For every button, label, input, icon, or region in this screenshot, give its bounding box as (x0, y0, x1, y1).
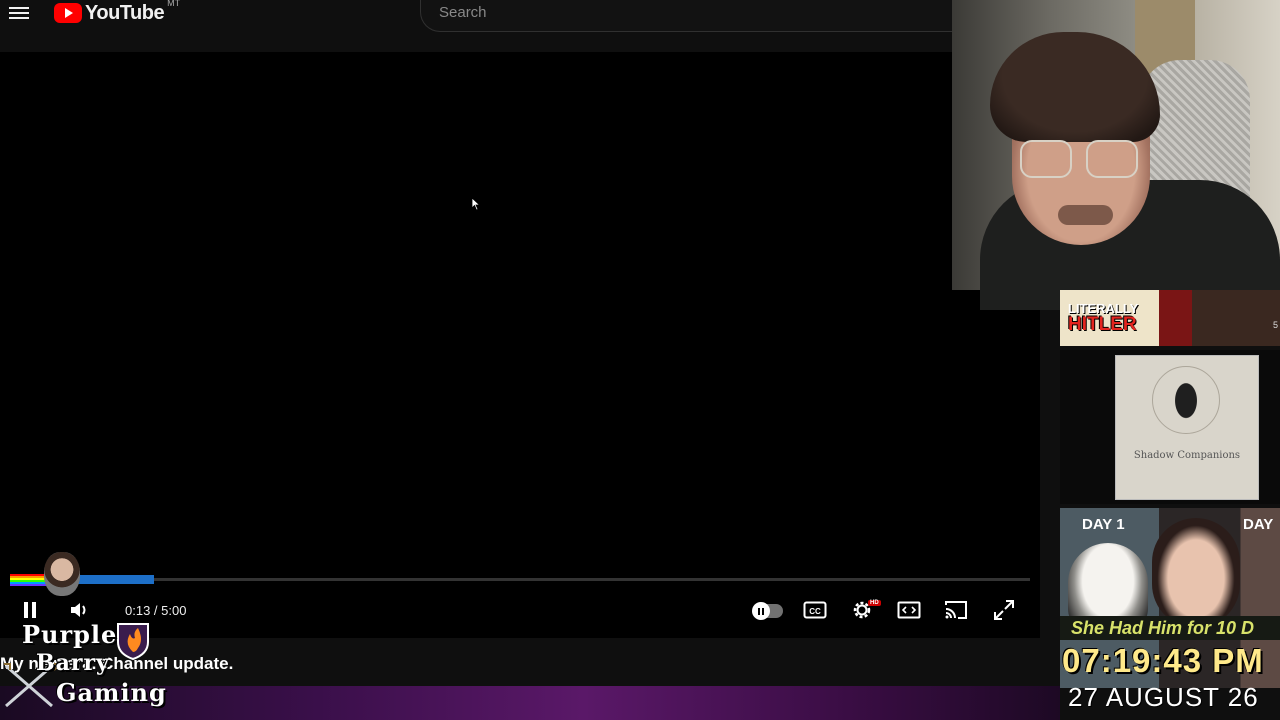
captions-button[interactable]: CC (802, 598, 828, 622)
thumbnail-3-day-right: DAY (1243, 516, 1274, 533)
webcam-person-glasses (1020, 140, 1140, 178)
logo-region-code: MT (167, 0, 181, 8)
stream-clock: 07:19:43 PM (1062, 642, 1264, 679)
logo-word-barry: Barry (36, 650, 110, 676)
fullscreen-button[interactable] (991, 598, 1017, 622)
masthead: YouTube MT (0, 0, 953, 40)
thumbnail-3-day-left: DAY 1 (1082, 516, 1125, 533)
total-time: 5:00 (161, 603, 187, 618)
recommended-video-thumbnail-1[interactable]: LITERALLY HITLER 5 (1060, 290, 1280, 346)
thumbnail-1-line2: HITLER (1068, 314, 1137, 335)
mouse-cursor-icon (471, 197, 481, 211)
logo-word-purple: Purple (22, 620, 118, 649)
menu-icon[interactable] (9, 4, 29, 20)
svg-text:CC: CC (809, 607, 821, 616)
rainbow-progress-skin (10, 574, 48, 586)
video-player[interactable] (0, 52, 1040, 638)
hd-badge: HD (868, 600, 881, 606)
pause-icon (24, 602, 36, 618)
channel-logo: Purple Barry Gaming (2, 620, 167, 712)
captions-icon: CC (803, 601, 827, 619)
current-time: 0:13 (125, 603, 151, 618)
theater-icon (897, 601, 921, 619)
thumbnail-3-face-image (1152, 518, 1240, 628)
autoplay-pause-icon (752, 602, 770, 620)
time-separator: / (150, 603, 162, 618)
youtube-logo[interactable]: YouTube MT (54, 0, 181, 24)
thumbnail-1-side-number: 5 (1272, 320, 1278, 330)
progress-scrubber-avatar[interactable] (44, 552, 80, 596)
thumbnail-2-text: Shadow Companions (1133, 450, 1241, 461)
search-input[interactable] (437, 3, 921, 22)
time-display: 0:13 / 5:00 (125, 603, 186, 618)
cast-button[interactable] (943, 598, 969, 622)
cat-silhouette-icon (1168, 372, 1204, 424)
logo-word-gaming: Gaming (56, 678, 167, 707)
theater-mode-button[interactable] (896, 598, 922, 622)
thumbnail-1-text: LITERALLY HITLER (1068, 302, 1138, 334)
volume-icon (71, 603, 86, 617)
flame-shield-icon (117, 623, 149, 660)
pause-button[interactable] (18, 598, 42, 622)
volume-button[interactable] (68, 598, 92, 622)
search-box (420, 0, 953, 32)
webcam-person-beard (1058, 205, 1113, 225)
progress-bar[interactable] (10, 578, 1030, 581)
logo-text: YouTube (85, 1, 165, 24)
autoplay-toggle[interactable] (752, 602, 783, 620)
thumbnail-3-title: She Had Him for 10 D (1071, 618, 1255, 638)
recommended-video-thumbnail-2[interactable]: Shadow Companions (1115, 355, 1259, 500)
stream-date: 27 AUGUST 26 (1068, 682, 1259, 712)
cast-icon (945, 601, 967, 619)
fullscreen-icon (994, 600, 1014, 620)
play-logo-icon (54, 3, 82, 23)
